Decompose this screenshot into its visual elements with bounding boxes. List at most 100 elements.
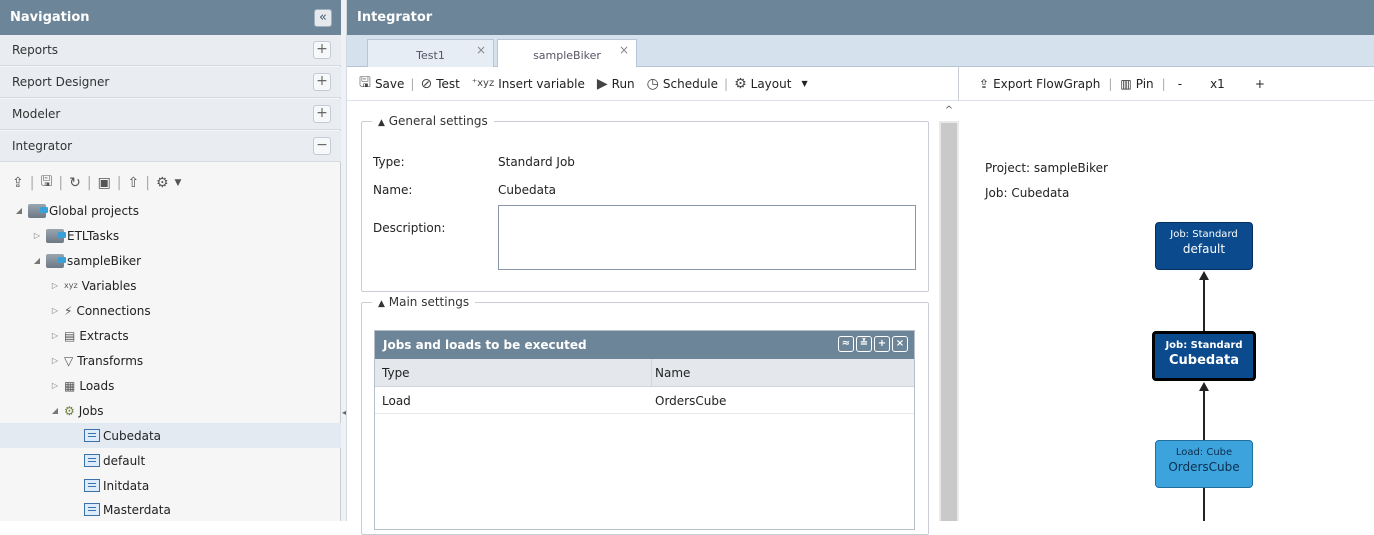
insert-variable-label: Insert variable <box>498 76 585 91</box>
general-settings-legend[interactable]: ▲ General settings <box>372 114 494 128</box>
expand-icon[interactable]: + <box>313 73 331 91</box>
tree-item-loads[interactable]: ▷ ▦ Loads <box>0 373 341 398</box>
column-name[interactable]: Name <box>655 366 690 380</box>
tab-samplebiker[interactable]: sampleBiker × <box>497 39 637 68</box>
legend-label: General settings <box>388 114 488 128</box>
tree-item-etltasks[interactable]: ▷ ETLTasks <box>0 223 341 248</box>
grid-title-bar: Jobs and loads to be executed ≈ ≚ + × <box>375 331 914 359</box>
table-row[interactable]: Load OrdersCube <box>375 387 914 414</box>
remove-icon[interactable]: × <box>892 336 908 352</box>
expand-icon[interactable]: + <box>313 105 331 123</box>
tree-item-transforms[interactable]: ▷ ▽ Transforms <box>0 348 341 373</box>
tree-item-default[interactable]: default <box>0 448 341 473</box>
chevron-down-icon: ▼ <box>801 79 808 88</box>
type-value: Standard Job <box>498 155 575 169</box>
tree-item-initdata[interactable]: Initdata <box>0 473 341 498</box>
app-window: Navigation « Reports + Report Designer +… <box>0 0 1374 535</box>
save-icon[interactable]: 🖫 <box>40 171 52 195</box>
integrator-toolbar: ⇪ | 🖫 | ↻ | ▣ | ⇧ | ⚙ ▼ <box>12 172 181 194</box>
loads-icon: ▦ <box>64 378 76 393</box>
pin-button[interactable]: ▥ Pin <box>1120 77 1153 91</box>
zoom-in-button[interactable]: + <box>1255 77 1265 91</box>
save-button[interactable]: 🖫 Save <box>359 72 404 96</box>
expander-icon[interactable]: ◢ <box>14 206 24 215</box>
node-type: Load: Cube <box>1175 447 1233 458</box>
section-modeler[interactable]: Modeler + <box>0 99 341 130</box>
project-icon <box>46 253 66 268</box>
collapse-section-icon[interactable]: ▲ <box>378 118 385 128</box>
tree-item-connections[interactable]: ▷ ⚡ Connections <box>0 298 341 323</box>
insert-variable-button[interactable]: ⁺xyz Insert variable <box>472 77 585 91</box>
tree-item-samplebiker[interactable]: ◢ sampleBiker <box>0 248 341 273</box>
integrator-panel: Integrator Test1 × sampleBiker × 🖫 Save |… <box>347 0 1374 535</box>
tree-label: default <box>103 453 146 468</box>
settings-icon[interactable]: ⚙ <box>156 175 169 191</box>
schedule-button[interactable]: ◷ Schedule <box>647 76 718 92</box>
tree-item-extracts[interactable]: ▷ ▤ Extracts <box>0 323 341 348</box>
flowgraph-toolbar: ⇪ Export FlowGraph | ▥ Pin | - x1 + <box>959 67 1374 101</box>
export-flowgraph-button[interactable]: ⇪ Export FlowGraph <box>979 77 1100 91</box>
tree-item-jobs[interactable]: ◢ ⚙ Jobs <box>0 398 341 423</box>
tree-item-cubedata[interactable]: Cubedata <box>0 423 341 448</box>
layout-button[interactable]: ⚙ Layout ▼ <box>734 76 808 92</box>
tree-item-variables[interactable]: ▷ xyz Variables <box>0 273 341 298</box>
pin-icon: ▥ <box>1120 76 1132 91</box>
tree-item-global-projects[interactable]: ◢ Global projects <box>0 198 341 223</box>
flow-node-cubedata[interactable]: Job: Standard Cubedata <box>1152 331 1256 381</box>
close-tab-icon[interactable]: × <box>619 43 629 57</box>
expander-icon[interactable]: ◢ <box>32 256 42 265</box>
save-label: Save <box>374 76 405 91</box>
expander-icon[interactable]: ▷ <box>50 281 60 290</box>
section-report-designer[interactable]: Report Designer + <box>0 67 341 98</box>
expander-icon[interactable]: ◢ <box>50 406 60 415</box>
tree-label: Connections <box>76 303 151 318</box>
tree-label: Cubedata <box>103 428 162 443</box>
collapse-section-icon[interactable]: ▲ <box>378 299 385 309</box>
scroll-up-icon[interactable]: ^ <box>939 101 959 121</box>
scrollbar-thumb[interactable] <box>941 123 957 521</box>
expander-icon[interactable]: ▷ <box>50 331 60 340</box>
tab-bar: Test1 × sampleBiker × <box>347 35 1374 68</box>
test-button[interactable]: ⊘ Test <box>420 76 459 92</box>
move-down-icon[interactable]: ≚ <box>856 336 872 352</box>
job-icon <box>84 429 100 442</box>
tree-label: ETLTasks <box>67 228 120 243</box>
export-icon[interactable]: ⇪ <box>12 175 24 191</box>
tree-label: Transforms <box>77 353 144 368</box>
layout-label: Layout <box>750 76 792 91</box>
expander-icon[interactable]: ▷ <box>50 306 60 315</box>
node-name: Cubedata <box>1169 353 1239 368</box>
tab-test1[interactable]: Test1 × <box>367 39 494 67</box>
zoom-out-button[interactable]: - <box>1178 77 1182 91</box>
section-integrator[interactable]: Integrator − <box>0 131 341 162</box>
expander-icon[interactable]: ▷ <box>50 356 60 365</box>
expander-icon[interactable]: ▷ <box>50 381 60 390</box>
collapse-icon[interactable]: − <box>313 137 331 155</box>
grid-actions: ≈ ≚ + × <box>838 336 908 352</box>
flow-node-default[interactable]: Job: Standard default <box>1155 222 1253 270</box>
splitter-handle-icon[interactable]: ◂ <box>342 408 346 432</box>
flow-edge <box>1203 279 1205 331</box>
expander-icon[interactable]: ▷ <box>32 231 42 240</box>
tree-label: Variables <box>81 278 137 293</box>
add-icon[interactable]: + <box>874 336 890 352</box>
description-field[interactable] <box>498 205 916 270</box>
deploy-icon[interactable]: ▣ <box>98 175 111 191</box>
tree-label: Jobs <box>78 403 104 418</box>
section-reports[interactable]: Reports + <box>0 35 341 66</box>
refresh-icon[interactable]: ↻ <box>69 175 81 191</box>
move-up-icon[interactable]: ≈ <box>838 336 854 352</box>
integrator-header: Integrator <box>347 0 1374 35</box>
dropdown-icon[interactable]: ▼ <box>175 178 182 188</box>
run-button[interactable]: ▶ Run <box>597 76 635 92</box>
main-settings-legend[interactable]: ▲ Main settings <box>372 295 475 309</box>
tree-item-masterdata[interactable]: Masterdata <box>0 497 341 522</box>
column-type[interactable]: Type <box>382 366 410 380</box>
expand-icon[interactable]: + <box>313 41 331 59</box>
jobs-icon: ⚙ <box>64 403 75 418</box>
collapse-navigation-button[interactable]: « <box>314 9 332 27</box>
import-icon[interactable]: ⇧ <box>128 175 140 191</box>
transforms-icon: ▽ <box>64 353 74 368</box>
flow-node-orderscube[interactable]: Load: Cube OrdersCube <box>1155 440 1253 488</box>
close-tab-icon[interactable]: × <box>476 43 486 57</box>
